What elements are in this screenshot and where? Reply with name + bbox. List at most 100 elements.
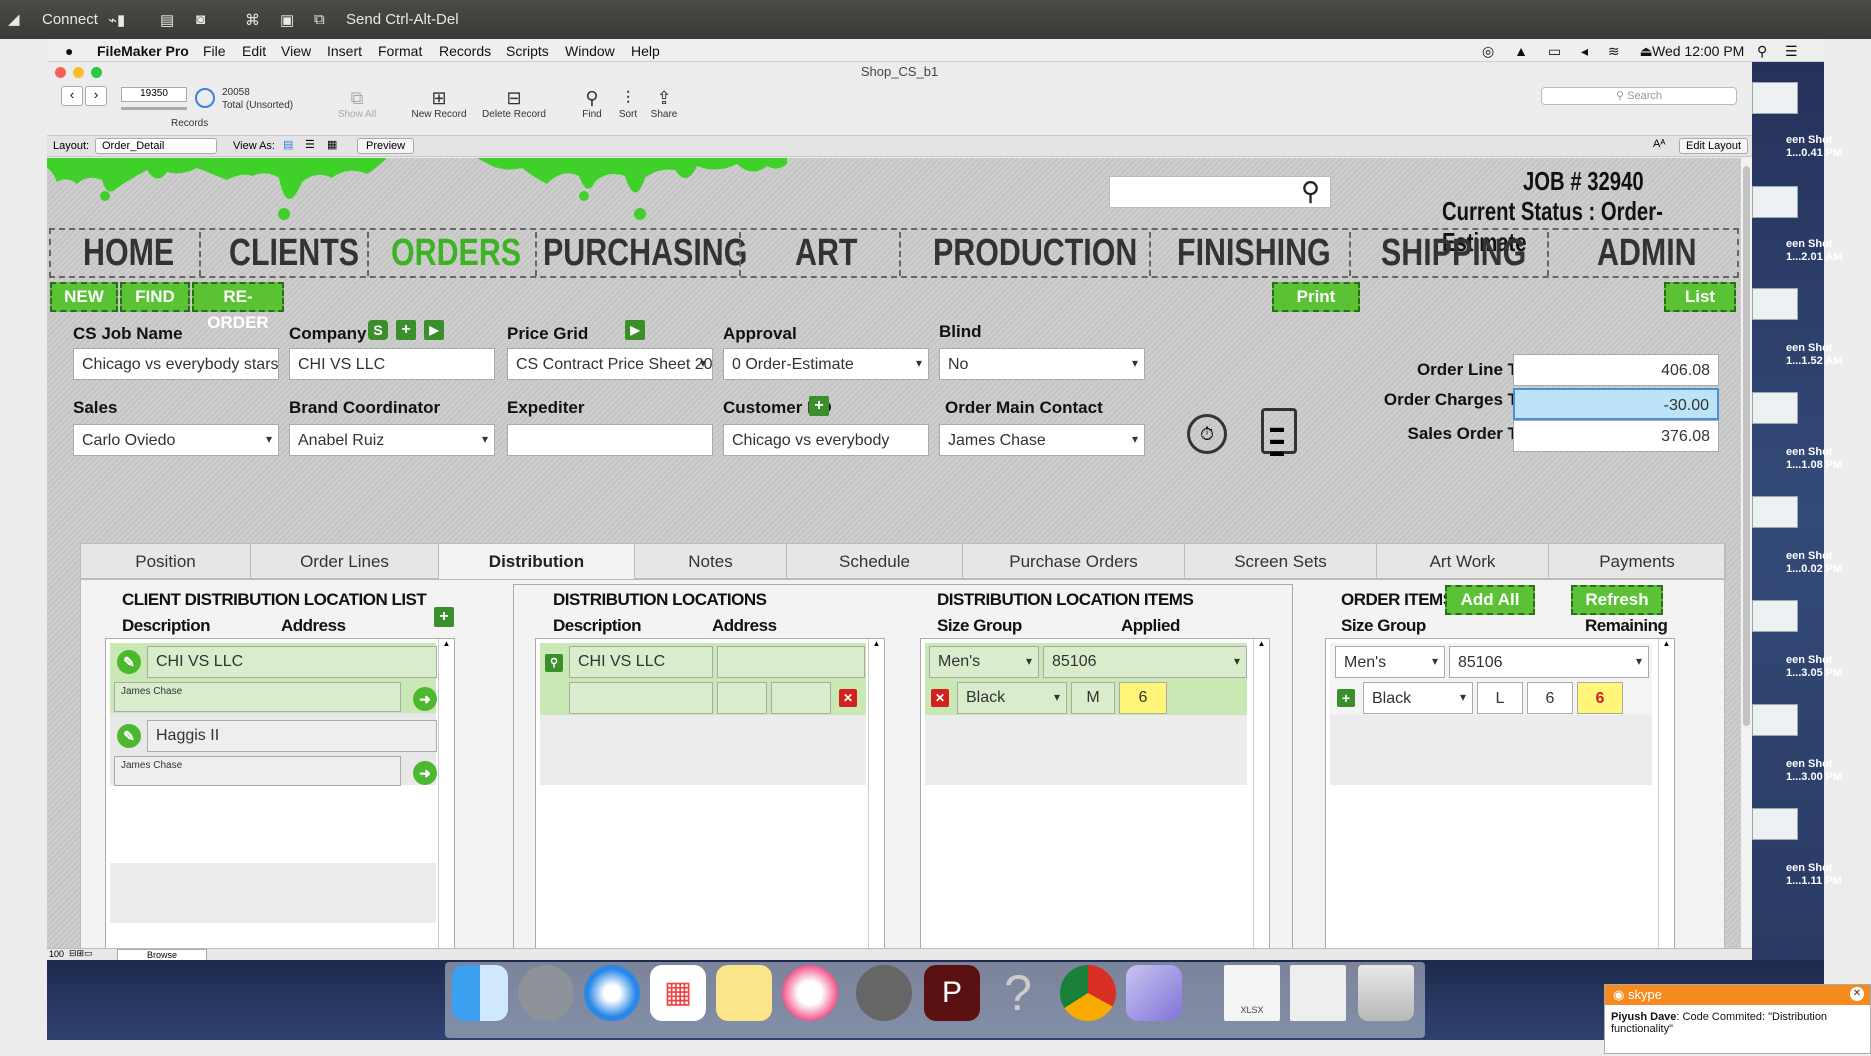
- app-menu[interactable]: FileMaker Pro: [97, 43, 189, 59]
- oi-qty-field[interactable]: 6: [1527, 682, 1573, 714]
- nav-art[interactable]: ART: [795, 232, 857, 275]
- screenshot-file[interactable]: [1752, 392, 1798, 424]
- screenshot-file[interactable]: [1752, 496, 1798, 528]
- screenshot-file[interactable]: [1752, 808, 1798, 840]
- menu-scripts[interactable]: Scripts: [506, 43, 549, 59]
- screenshot-file[interactable]: [1752, 704, 1798, 736]
- add-item-icon[interactable]: +: [1337, 689, 1355, 707]
- xlsx-file-icon[interactable]: XLSX: [1224, 965, 1280, 1021]
- help-icon[interactable]: ?: [990, 965, 1046, 1021]
- desktop-file-label[interactable]: een Shot 1...0.02 PM: [1786, 550, 1842, 576]
- airplay-app-icon[interactable]: P: [924, 965, 980, 1021]
- nav-clients[interactable]: CLIENTS: [229, 232, 359, 275]
- new-button[interactable]: NEW: [50, 282, 118, 312]
- company-field[interactable]: CHI VS LLC: [289, 348, 495, 380]
- stopwatch-icon[interactable]: ⏱: [1187, 414, 1227, 454]
- safari-icon[interactable]: [584, 965, 640, 1021]
- clipboard-icon[interactable]: ▬ ▬ ▬: [1261, 408, 1297, 458]
- client-name-field[interactable]: CHI VS LLC: [147, 646, 437, 678]
- tab-purchase-orders[interactable]: Purchase Orders: [963, 544, 1185, 580]
- connect-button[interactable]: Connect: [42, 11, 98, 28]
- desktop-file-label[interactable]: een Shot 1...0.41 PM: [1786, 134, 1842, 160]
- desktop-file-label[interactable]: een Shot 1...3.00 PM: [1786, 758, 1842, 784]
- item-qty-field[interactable]: 6: [1119, 682, 1167, 714]
- portal-scrollbar[interactable]: ▲: [1253, 639, 1269, 948]
- menu-window[interactable]: Window: [565, 43, 615, 59]
- view-location-icon[interactable]: ⚲: [545, 654, 563, 672]
- company-s-button[interactable]: S: [368, 320, 388, 340]
- edit-pencil-icon[interactable]: ✎: [117, 724, 141, 748]
- layout-select[interactable]: Order_Detail: [95, 138, 217, 154]
- item-style-select[interactable]: 85106: [1043, 646, 1247, 678]
- delete-location-icon[interactable]: ✕: [839, 689, 857, 707]
- menu-insert[interactable]: Insert: [327, 43, 362, 59]
- cs-job-name-field[interactable]: Chicago vs everybody stars RO: [73, 348, 279, 380]
- screenshot-file[interactable]: [1752, 186, 1798, 218]
- share-button[interactable]: ⇪ Share: [647, 88, 681, 120]
- oi-remaining-field[interactable]: 6: [1577, 682, 1623, 714]
- menu-file[interactable]: File: [203, 43, 226, 59]
- launchpad-icon[interactable]: [518, 965, 574, 1021]
- nav-purchasing[interactable]: PURCHASING: [543, 232, 747, 275]
- header-search-input[interactable]: [1109, 176, 1331, 208]
- order-charges-total-field[interactable]: -30.00: [1513, 388, 1719, 420]
- connect-icon[interactable]: ◢: [8, 10, 20, 28]
- blind-select[interactable]: No: [939, 348, 1145, 380]
- show-all-button[interactable]: ⧉ Show All: [332, 88, 382, 120]
- price-grid-go-button[interactable]: ▶: [625, 320, 645, 340]
- notes-icon[interactable]: [716, 965, 772, 1021]
- item-size-group-select[interactable]: Men's: [929, 646, 1039, 678]
- tab-payments[interactable]: Payments: [1549, 544, 1726, 580]
- portal-scrollbar[interactable]: ▲: [1658, 639, 1674, 948]
- cad-icon[interactable]: ⧉: [314, 11, 325, 28]
- list-button[interactable]: List: [1664, 282, 1736, 312]
- refresh-button[interactable]: Refresh: [1571, 585, 1663, 615]
- record-slider[interactable]: [121, 107, 187, 110]
- list-view-icon[interactable]: ☰: [305, 138, 315, 151]
- order-line-total-field[interactable]: 406.08: [1513, 354, 1719, 386]
- camera-icon[interactable]: ◙: [196, 11, 205, 28]
- sort-button[interactable]: ⫶ Sort: [613, 88, 643, 120]
- go-arrow-icon[interactable]: ➜: [413, 687, 437, 711]
- close-window-button[interactable]: [55, 67, 66, 78]
- chrome-icon[interactable]: [1060, 965, 1116, 1021]
- nav-production[interactable]: PRODUCTION: [933, 232, 1137, 275]
- zoom-window-button[interactable]: [91, 67, 102, 78]
- nav-shipping[interactable]: SHIPPING: [1381, 232, 1526, 275]
- location-address-field[interactable]: [717, 646, 865, 678]
- record-number-input[interactable]: 19350: [121, 87, 187, 102]
- screenshot-stack-icon[interactable]: [1290, 965, 1346, 1021]
- close-icon[interactable]: ✕: [1850, 987, 1864, 1001]
- add-all-button[interactable]: Add All: [1445, 585, 1535, 615]
- location-extra-field[interactable]: [771, 682, 831, 714]
- form-view-icon[interactable]: ▤: [283, 138, 293, 151]
- apple-icon[interactable]: ●: [65, 43, 73, 59]
- send-cad-button[interactable]: Send Ctrl-Alt-Del: [346, 11, 459, 28]
- tab-schedule[interactable]: Schedule: [787, 544, 963, 580]
- screenshot-file[interactable]: [1752, 600, 1798, 632]
- skype-notification[interactable]: ◉ skype ✕ Piyush Dave: Code Commited: "D…: [1604, 984, 1871, 1054]
- location-name-field[interactable]: CHI VS LLC: [569, 646, 713, 678]
- location-extra-field[interactable]: [569, 682, 713, 714]
- clock[interactable]: Wed 12:00 PM: [1652, 43, 1744, 59]
- spotlight-icon[interactable]: ⚲: [1757, 43, 1767, 60]
- delete-item-icon[interactable]: ✕: [931, 689, 949, 707]
- tab-art-work[interactable]: Art Work: [1377, 544, 1549, 580]
- mode-select[interactable]: Browse: [117, 949, 207, 960]
- find-order-button[interactable]: FIND: [120, 282, 190, 312]
- oi-size-field[interactable]: L: [1477, 682, 1523, 714]
- zoom-level[interactable]: 100: [49, 949, 64, 959]
- minimize-window-button[interactable]: [73, 67, 84, 78]
- oi-size-group-select[interactable]: Men's: [1335, 646, 1445, 678]
- header-search-icon[interactable]: ⚲: [1301, 176, 1320, 207]
- nav-finishing[interactable]: FINISHING: [1177, 232, 1331, 275]
- itunes-icon[interactable]: [782, 965, 838, 1021]
- keyboard-icon[interactable]: ⌘: [245, 11, 260, 29]
- menu-view[interactable]: View: [281, 43, 311, 59]
- desktop-file-label[interactable]: een Shot 1...1.52 AM: [1786, 342, 1842, 368]
- reorder-button[interactable]: RE-ORDER: [192, 282, 284, 332]
- tab-screen-sets[interactable]: Screen Sets: [1185, 544, 1377, 580]
- menu-format[interactable]: Format: [378, 43, 422, 59]
- next-record-button[interactable]: ›: [85, 86, 107, 106]
- client-name-field[interactable]: Haggis II: [147, 720, 437, 752]
